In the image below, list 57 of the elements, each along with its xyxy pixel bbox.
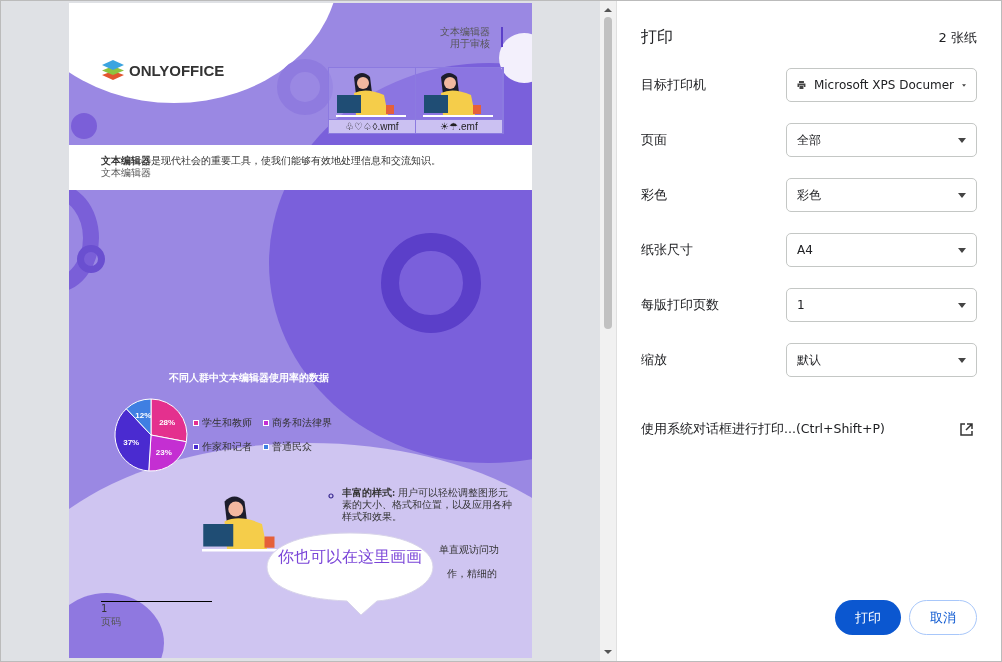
paragraph-fragment: 作，精细的: [447, 567, 497, 581]
image-caption: ☀☂.emf: [416, 119, 502, 133]
setting-label: 页面: [641, 131, 667, 149]
header-text: 文本编辑器: [440, 26, 490, 38]
caret-icon: [958, 302, 966, 308]
dialog-button[interactable]: 打印: [835, 600, 901, 635]
intro-subtitle: 文本编辑器: [101, 167, 151, 179]
setting-dropdown[interactable]: A4: [786, 233, 977, 267]
setting-dropdown[interactable]: 默认: [786, 343, 977, 377]
caret-icon: [958, 357, 966, 363]
layers-logo-icon: [101, 59, 125, 81]
image-caption: ♧♡♤◊.wmf: [329, 119, 415, 133]
scroll-down-icon[interactable]: [604, 649, 612, 655]
sheet-count: 2 张纸: [938, 28, 977, 47]
header-text: 用于审核: [450, 38, 490, 50]
caret-icon: [958, 247, 966, 253]
legend-label: 普通民众: [272, 440, 312, 454]
intro-paragraph: 文本编辑器是现代社会的重要工具，使我们能够有效地处理信息和交流知识。: [101, 155, 442, 167]
footer-text: 页码: [101, 615, 121, 629]
footnote-number: 1: [101, 603, 108, 614]
setting-dropdown[interactable]: Microsoft XPS Documer: [786, 68, 977, 102]
chart-title: 不同人群中文本编辑器使用率的数据: [169, 371, 330, 385]
legend-label: 学生和教师: [202, 416, 252, 430]
setting-label: 缩放: [641, 351, 667, 369]
setting-label: 彩色: [641, 186, 667, 204]
bullet-icon: [328, 493, 334, 499]
bubble-text: 你也可以在这里画画: [278, 547, 422, 568]
scroll-thumb[interactable]: [604, 17, 612, 329]
setting-dropdown[interactable]: 彩色: [786, 178, 977, 212]
decorative-circle: [71, 113, 97, 139]
pie-slice: [114, 408, 152, 472]
scrollbar[interactable]: [600, 1, 617, 661]
decorative-ring: [77, 245, 105, 273]
setting-label: 每版打印页数: [641, 296, 719, 314]
setting-label: 纸张尺寸: [641, 241, 693, 259]
setting-label: 目标打印机: [641, 76, 706, 94]
caret-icon: [962, 82, 966, 88]
dialog-title: 打印: [641, 27, 673, 48]
paragraph-fragment: 单直观访问功: [439, 543, 499, 557]
dialog-button[interactable]: 取消: [909, 600, 977, 635]
pie-slice: [148, 434, 187, 472]
system-dialog-link[interactable]: 使用系统对话框进行打印...(Ctrl+Shift+P): [641, 421, 885, 438]
pie-slice: [125, 398, 152, 436]
legend-label: 商务和法律界: [272, 416, 332, 430]
logo-text: ONLYOFFICE: [129, 61, 225, 79]
bullet-paragraph: 丰富的样式: 用户可以轻松调整图形元素的大小、格式和位置，以及应用各种样式和效果。: [342, 487, 513, 523]
data-label: 28%: [159, 417, 176, 427]
setting-dropdown[interactable]: 全部: [786, 123, 977, 157]
caret-icon: [958, 137, 966, 143]
caret-icon: [958, 192, 966, 198]
setting-dropdown[interactable]: 1: [786, 288, 977, 322]
legend-label: 作家和记者: [202, 440, 252, 454]
open-external-icon[interactable]: [960, 423, 973, 436]
data-label: 37%: [123, 438, 140, 448]
data-label: 23%: [155, 447, 172, 457]
scroll-up-icon[interactable]: [604, 7, 612, 13]
data-label: 12%: [135, 411, 152, 421]
